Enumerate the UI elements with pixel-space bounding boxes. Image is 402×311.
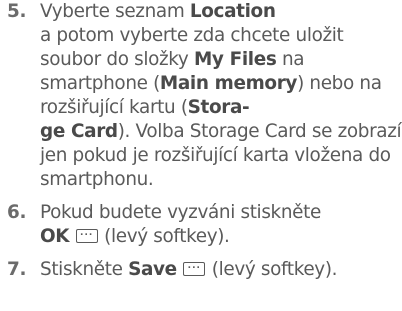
- location-label: Location: [189, 1, 276, 22]
- main-memory-label: Main memory: [159, 73, 298, 94]
- ok-label: OK: [40, 226, 70, 247]
- save-label: Save: [128, 259, 177, 280]
- my-files-label: My Files: [193, 49, 277, 70]
- step-text: Stiskněte: [40, 259, 129, 280]
- step-text: (levý softkey).: [98, 226, 230, 247]
- storage-card-label-part1: Stora-: [187, 97, 250, 118]
- step-number: 6.: [7, 202, 27, 223]
- step-5: 5. Vyberte seznam Location a potom vyber…: [0, 0, 402, 192]
- softkey-icon: ···: [183, 262, 206, 276]
- step-7: 7. Stiskněte Save ··· (levý softkey).: [0, 258, 402, 282]
- storage-card-label-part2: ge Card: [40, 121, 118, 142]
- step-6: 6. Pokud budete vyzváni stiskněte OK ···…: [0, 201, 402, 249]
- step-text: Vyberte seznam: [40, 1, 190, 22]
- step-number: 7.: [7, 259, 27, 280]
- step-number: 5.: [7, 1, 27, 22]
- instruction-steps: 5. Vyberte seznam Location a potom vyber…: [0, 0, 402, 282]
- softkey-icon: ···: [75, 229, 98, 243]
- step-text: Pokud budete vyzváni stiskněte: [40, 202, 321, 223]
- step-text: (levý softkey).: [206, 259, 338, 280]
